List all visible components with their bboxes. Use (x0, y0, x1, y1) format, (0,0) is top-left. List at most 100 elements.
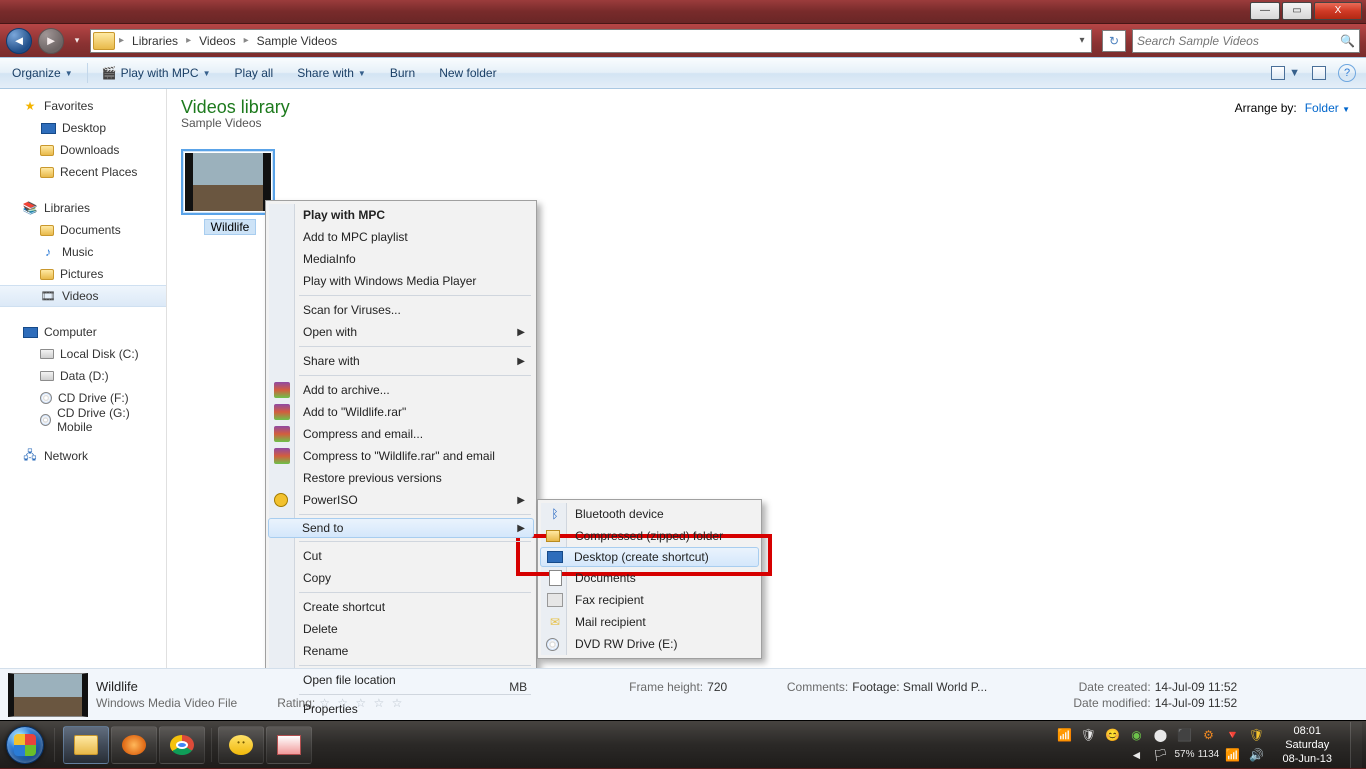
forward-button[interactable]: ► (38, 28, 64, 54)
menu-item[interactable]: Compress to "Wildlife.rar" and email (269, 445, 533, 467)
show-desktop-button[interactable] (1350, 722, 1362, 768)
search-input[interactable] (1137, 34, 1340, 48)
taskbar-chrome[interactable] (159, 726, 205, 764)
tray-icon[interactable]: 🛡 (1248, 727, 1264, 743)
taskbar-explorer[interactable] (63, 726, 109, 764)
sidebar-item-local-disk-c[interactable]: Local Disk (C:) (0, 343, 166, 365)
share-with-button[interactable]: Share with▼ (285, 57, 378, 89)
tray-battery[interactable]: 57% (1176, 747, 1192, 763)
search-box[interactable]: 🔍 (1132, 29, 1360, 53)
navigation-pane[interactable]: ★Favorites Desktop Downloads Recent Plac… (0, 89, 167, 668)
menu-item[interactable]: Send to▶ (268, 518, 534, 538)
arrange-value[interactable]: Folder ▼ (1305, 101, 1350, 115)
taskbar-app1[interactable] (218, 726, 264, 764)
sidebar-item-desktop[interactable]: Desktop (0, 117, 166, 139)
menu-item[interactable]: Play with MPC (269, 204, 533, 226)
history-dropdown[interactable]: ▾ (70, 28, 84, 54)
play-all-button[interactable]: Play all (223, 57, 286, 89)
tray-icon[interactable]: 🔻 (1224, 727, 1240, 743)
menu-item[interactable]: Copy (269, 567, 533, 589)
firefox-icon (122, 735, 146, 755)
start-button[interactable] (0, 721, 50, 769)
sendto-item[interactable]: Fax recipient (541, 589, 758, 611)
menu-item[interactable]: Share with▶ (269, 350, 533, 372)
taskbar-app2[interactable] (266, 726, 312, 764)
chevron-right-icon[interactable]: ▸ (184, 35, 193, 46)
tray-flag-icon[interactable]: 🏳 (1152, 747, 1168, 763)
breadcrumb-bar[interactable]: ▸ Libraries ▸ Videos ▸ Sample Videos ▾ (90, 29, 1092, 53)
menu-item[interactable]: PowerISO▶ (269, 489, 533, 511)
chevron-right-icon[interactable]: ▸ (242, 35, 251, 46)
menu-item[interactable]: Add to MPC playlist (269, 226, 533, 248)
menu-item[interactable]: Scan for Viruses... (269, 299, 533, 321)
sendto-item[interactable]: ᛒBluetooth device (541, 503, 758, 525)
sendto-submenu[interactable]: ᛒBluetooth deviceCompressed (zipped) fol… (537, 499, 762, 659)
crumb-videos[interactable]: Videos (193, 30, 241, 52)
menu-item[interactable]: Restore previous versions (269, 467, 533, 489)
menu-item[interactable]: Rename (269, 640, 533, 662)
sendto-item[interactable]: DVD RW Drive (E:) (541, 633, 758, 655)
tray-volume-icon[interactable]: 🔊 (1248, 747, 1264, 763)
minimize-button[interactable]: — (1250, 2, 1280, 20)
address-dropdown[interactable]: ▾ (1073, 35, 1091, 46)
menu-item[interactable]: MediaInfo (269, 248, 533, 270)
sidebar-item-recent-places[interactable]: Recent Places (0, 161, 166, 183)
network-group[interactable]: 🖧Network (0, 445, 166, 467)
sendto-item[interactable]: Compressed (zipped) folder (541, 525, 758, 547)
sidebar-item-music[interactable]: ♪Music (0, 241, 166, 263)
sidebar-item-documents[interactable]: Documents (0, 219, 166, 241)
tray-icon[interactable]: 📶 (1056, 727, 1072, 743)
cd-icon (40, 414, 51, 426)
tray-expand[interactable]: ◄ (1128, 747, 1144, 763)
taskbar-clock[interactable]: 08:01 Saturday 08-Jun-13 (1272, 724, 1342, 766)
close-button[interactable]: X (1314, 2, 1362, 20)
menu-item[interactable]: Delete (269, 618, 533, 640)
menu-item[interactable]: Add to archive... (269, 379, 533, 401)
menu-item[interactable]: Open with▶ (269, 321, 533, 343)
sidebar-item-data-d[interactable]: Data (D:) (0, 365, 166, 387)
date-modified-label: Date modified: (1073, 696, 1150, 710)
sendto-item[interactable]: Desktop (create shortcut) (540, 547, 759, 567)
toolbar-right: ▼ ? (1271, 64, 1366, 82)
menu-item[interactable]: Play with Windows Media Player (269, 270, 533, 292)
libraries-group[interactable]: 📚Libraries (0, 197, 166, 219)
sidebar-item-cd-drive-g[interactable]: CD Drive (G:) Mobile (0, 409, 166, 431)
help-button[interactable]: ? (1338, 64, 1356, 82)
tray-icon[interactable]: ◉ (1128, 727, 1144, 743)
computer-group[interactable]: Computer (0, 321, 166, 343)
taskbar-firefox[interactable] (111, 726, 157, 764)
burn-button[interactable]: Burn (378, 57, 427, 89)
back-button[interactable]: ◄ (6, 28, 32, 54)
sendto-item[interactable]: Documents (541, 567, 758, 589)
menu-item[interactable]: Compress and email... (269, 423, 533, 445)
refresh-button[interactable]: ↻ (1102, 30, 1126, 52)
tray-icon[interactable]: 🛡 (1080, 727, 1096, 743)
favorites-group[interactable]: ★Favorites (0, 95, 166, 117)
preview-pane-button[interactable] (1312, 66, 1326, 80)
tray-icon[interactable]: ⬛ (1176, 727, 1192, 743)
maximize-button[interactable]: ▭ (1282, 2, 1312, 20)
taskbar[interactable]: 📶 🛡 😊 ◉ ⬤ ⬛ ⚙ 🔻 🛡 ◄ 🏳 57% 1134 📶 🔊 08:01 (0, 720, 1366, 768)
context-menu[interactable]: Play with MPCAdd to MPC playlistMediaInf… (265, 200, 537, 724)
menu-item[interactable]: Open file location (269, 669, 533, 691)
tray-mem[interactable]: 1134 (1200, 747, 1216, 763)
menu-item[interactable]: Cut (269, 545, 533, 567)
menu-item[interactable]: Properties (269, 698, 533, 720)
chevron-right-icon[interactable]: ▸ (117, 35, 126, 46)
new-folder-button[interactable]: New folder (427, 57, 508, 89)
tray-icon[interactable]: 😊 (1104, 727, 1120, 743)
view-options-button[interactable]: ▼ (1271, 66, 1300, 80)
sidebar-item-pictures[interactable]: Pictures (0, 263, 166, 285)
play-with-mpc-button[interactable]: 🎬Play with MPC▼ (90, 57, 223, 89)
sidebar-item-downloads[interactable]: Downloads (0, 139, 166, 161)
menu-item[interactable]: Create shortcut (269, 596, 533, 618)
menu-item[interactable]: Add to "Wildlife.rar" (269, 401, 533, 423)
sidebar-item-videos[interactable]: 🎞Videos (0, 285, 166, 307)
tray-icon[interactable]: ⬤ (1152, 727, 1168, 743)
crumb-sample-videos[interactable]: Sample Videos (251, 30, 344, 52)
sendto-item[interactable]: ✉Mail recipient (541, 611, 758, 633)
crumb-libraries[interactable]: Libraries (126, 30, 184, 52)
organize-button[interactable]: Organize▼ (0, 57, 85, 89)
tray-network-icon[interactable]: 📶 (1224, 747, 1240, 763)
tray-icon[interactable]: ⚙ (1200, 727, 1216, 743)
